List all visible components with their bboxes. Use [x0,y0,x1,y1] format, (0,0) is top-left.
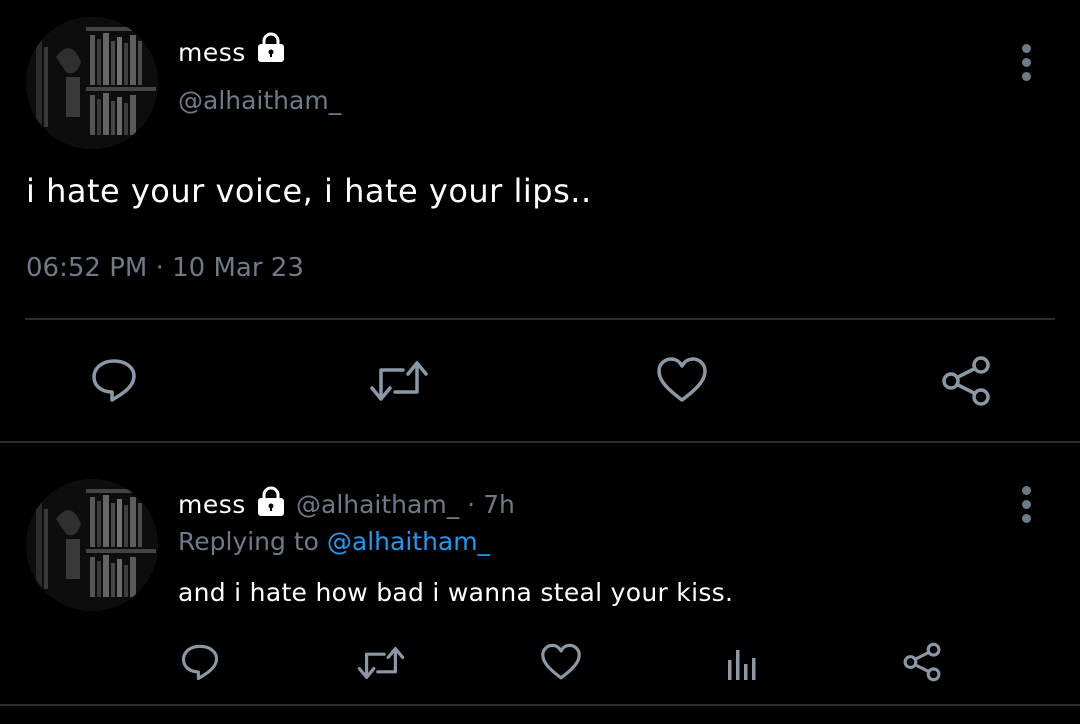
reply-button[interactable] [178,640,222,684]
display-name[interactable]: mess [178,490,246,519]
retweet-icon [357,647,405,679]
tweet-time: 06:52 PM [26,253,148,283]
avatar[interactable] [26,17,158,149]
replying-to: Replying to @alhaitham_ [178,527,490,556]
handle[interactable]: @alhaitham_ [178,86,341,115]
meta-separator: · [155,253,164,283]
like-button[interactable] [538,640,584,684]
tweet-text: and i hate how bad i wanna steal your ki… [178,578,734,607]
retweet-button[interactable] [356,642,406,684]
reply-button[interactable] [86,354,142,406]
section-divider [0,704,1080,706]
retweet-button[interactable] [368,356,430,406]
share-button[interactable] [900,640,944,684]
more-vertical-icon[interactable] [1016,44,1036,81]
lock-icon [258,486,284,516]
retweet-icon [370,361,428,401]
views-button[interactable] [722,644,762,684]
tweet-date: 10 Mar 23 [172,253,304,283]
heart-icon [541,643,581,680]
reply-header: mess [178,490,246,519]
reply-icon [181,644,219,681]
replying-prefix: Replying to [178,527,319,556]
share-button[interactable] [938,354,994,408]
reply-icon [92,359,136,402]
tweet-text: i hate your voice, i hate your lips.. [26,172,592,210]
like-button[interactable] [654,354,710,406]
tweet-age: 7h [483,490,515,519]
handle[interactable]: @alhaitham_ [296,490,459,519]
heart-icon [657,357,707,402]
mention-link[interactable]: @alhaitham_ [327,527,490,556]
display-name[interactable]: mess [178,38,246,67]
reply-handle-line: @alhaitham_ · 7h [296,490,515,519]
analytics-icon [728,650,756,680]
tweet-timestamp: 06:52 PM · 10 Mar 23 [26,253,304,283]
meta-separator: · [467,490,476,519]
more-vertical-icon[interactable] [1016,486,1036,523]
divider [25,318,1055,320]
lock-icon [258,32,284,62]
share-icon [903,642,941,682]
share-icon [942,356,990,406]
avatar[interactable] [26,479,158,611]
section-divider [0,441,1080,443]
